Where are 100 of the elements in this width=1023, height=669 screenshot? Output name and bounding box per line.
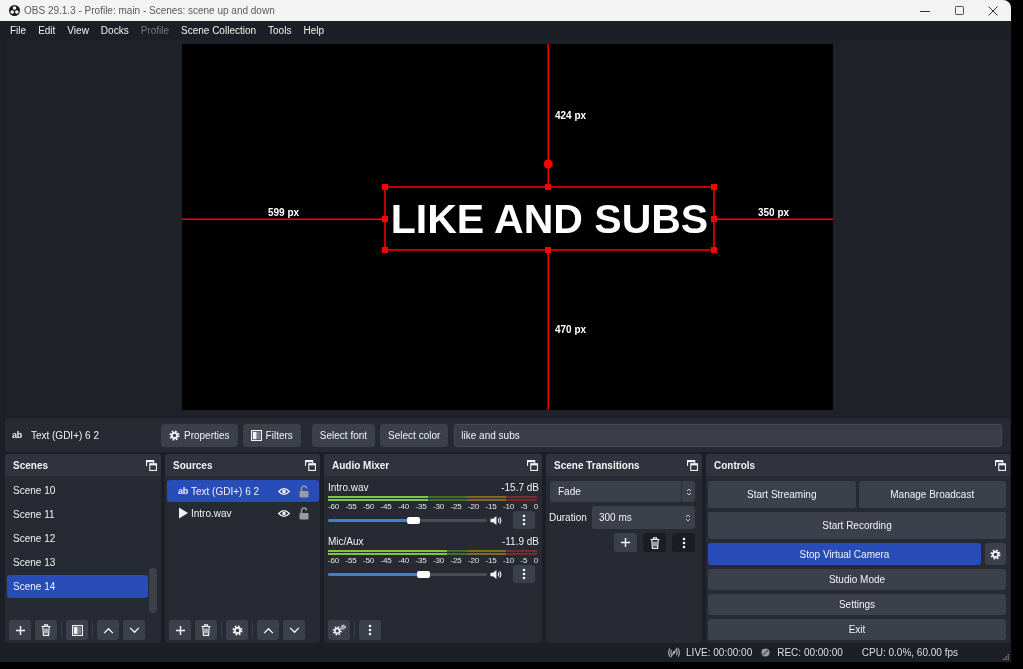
- camera-settings-button[interactable]: [985, 543, 1006, 565]
- updown-icon: [685, 512, 691, 523]
- control-button[interactable]: Stop Virtual Camera: [708, 543, 981, 565]
- more-icon: [522, 568, 526, 580]
- source-item[interactable]: Intro.wav: [167, 502, 319, 524]
- menu-item[interactable]: Docks: [94, 22, 135, 39]
- text-option-button[interactable]: Select color: [380, 423, 449, 447]
- scene-item[interactable]: Scene 11: [7, 503, 148, 526]
- selection-box[interactable]: [382, 159, 717, 253]
- scale-label: -45: [380, 556, 392, 565]
- unlock-icon[interactable]: [299, 484, 309, 498]
- restore-icon[interactable]: [305, 459, 316, 471]
- chevron-up-icon: [262, 626, 274, 634]
- resize-grip-icon[interactable]: [1003, 654, 1009, 660]
- volume-slider[interactable]: [328, 572, 487, 576]
- properties-button[interactable]: Properties: [161, 423, 238, 447]
- gear-icon: [169, 429, 180, 441]
- scale-label: -25: [450, 556, 462, 565]
- source-item[interactable]: ab Text (GDI+) 6 2: [167, 480, 319, 502]
- unlock-icon[interactable]: [299, 506, 309, 520]
- transition-dropdown[interactable]: Fade: [550, 481, 695, 502]
- add-transition-button[interactable]: [614, 533, 637, 552]
- maximize-icon[interactable]: [954, 6, 964, 15]
- control-button[interactable]: Start Recording: [708, 512, 1006, 539]
- slider-handle[interactable]: [407, 516, 421, 524]
- eye-icon[interactable]: [278, 508, 290, 518]
- restore-icon[interactable]: [527, 459, 538, 471]
- slider-handle[interactable]: [416, 570, 430, 578]
- restore-icon[interactable]: [687, 459, 698, 471]
- menu-item[interactable]: File: [4, 22, 33, 39]
- channel-menu-button[interactable]: [513, 511, 535, 529]
- menu-item[interactable]: Edit: [32, 22, 62, 39]
- move-down-button[interactable]: [283, 620, 305, 640]
- channel-name: Intro.wav: [328, 481, 369, 493]
- play-icon: [178, 507, 189, 519]
- control-button[interactable]: Studio Mode: [708, 569, 1006, 590]
- scene-item[interactable]: Scene 12: [7, 527, 148, 550]
- move-down-button[interactable]: [123, 620, 145, 640]
- duration-label: Duration: [549, 512, 587, 523]
- advanced-audio-button[interactable]: [328, 620, 350, 640]
- add-scene-button[interactable]: [9, 620, 31, 640]
- scale-label: -30: [433, 502, 444, 511]
- menu-item[interactable]: View: [61, 22, 95, 39]
- mixer-menu-button[interactable]: [359, 620, 381, 640]
- scale-label: -30: [433, 556, 444, 565]
- gear-icon: [990, 548, 1001, 560]
- more-icon: [368, 624, 372, 636]
- trash-icon: [649, 536, 660, 549]
- source-properties-button[interactable]: [226, 620, 248, 640]
- window-title: OBS 29.1.3 - Profile: main - Scenes: scene up and down: [24, 5, 275, 16]
- channel-menu-button[interactable]: [513, 565, 535, 583]
- channel-level-reading: -15.7 dB: [501, 481, 539, 493]
- scrollbar-thumb[interactable]: [149, 568, 157, 613]
- distance-label: 424 px: [555, 110, 587, 122]
- text-option-button[interactable]: Select font: [311, 423, 376, 447]
- gradient-square-icon: [71, 624, 83, 636]
- scene-filters-button[interactable]: [66, 620, 88, 640]
- scale-label: -60: [328, 556, 339, 565]
- scale-label: -45: [380, 502, 392, 511]
- add-source-button[interactable]: [169, 620, 191, 640]
- canvas-text: LIKE AND SUBS: [390, 198, 709, 240]
- distance-label: 599 px: [268, 207, 300, 219]
- move-up-button[interactable]: [97, 620, 119, 640]
- close-icon[interactable]: [988, 5, 998, 16]
- remove-source-button[interactable]: [195, 620, 217, 640]
- duration-field[interactable]: 300 ms: [592, 506, 695, 529]
- scale-label: -25: [450, 502, 462, 511]
- control-button[interactable]: Settings: [708, 594, 1006, 615]
- dock-title: Controls: [714, 459, 756, 471]
- dock-title: Scenes: [13, 459, 49, 471]
- plus-icon: [174, 624, 186, 636]
- speaker-icon[interactable]: [490, 514, 502, 526]
- scale-label: 0: [533, 556, 538, 565]
- control-button[interactable]: Manage Broadcast: [858, 481, 1006, 508]
- move-up-button[interactable]: [257, 620, 279, 640]
- menu-item[interactable]: Tools: [262, 22, 298, 39]
- filters-button[interactable]: Filters: [242, 423, 301, 447]
- text-input-field[interactable]: like and subs: [454, 423, 1002, 447]
- restore-icon[interactable]: [995, 459, 1006, 471]
- remove-transition-button[interactable]: [643, 533, 666, 552]
- live-status: LIVE: 00:00:00: [686, 647, 753, 658]
- eye-icon[interactable]: [278, 486, 290, 496]
- menu-item[interactable]: Scene Collection: [175, 22, 263, 39]
- transition-menu-button[interactable]: [672, 533, 695, 552]
- broadcast-off-icon: [667, 647, 682, 658]
- restore-icon[interactable]: [146, 459, 157, 471]
- scene-item[interactable]: Scene 13: [7, 551, 148, 574]
- speaker-icon[interactable]: [490, 568, 502, 580]
- control-button[interactable]: Exit: [708, 619, 1006, 640]
- menu-item[interactable]: Help: [297, 22, 330, 39]
- control-button[interactable]: Start Streaming: [708, 481, 856, 508]
- dock-title: Audio Mixer: [332, 459, 390, 471]
- scale-label: -35: [415, 556, 427, 565]
- dock-title: Scene Transitions: [554, 459, 640, 471]
- remove-scene-button[interactable]: [35, 620, 57, 640]
- plus-icon: [620, 537, 631, 548]
- volume-slider[interactable]: [328, 518, 487, 522]
- scene-item[interactable]: Scene 14: [7, 575, 148, 598]
- scale-label: 0: [533, 502, 538, 511]
- scene-item[interactable]: Scene 10: [7, 479, 148, 502]
